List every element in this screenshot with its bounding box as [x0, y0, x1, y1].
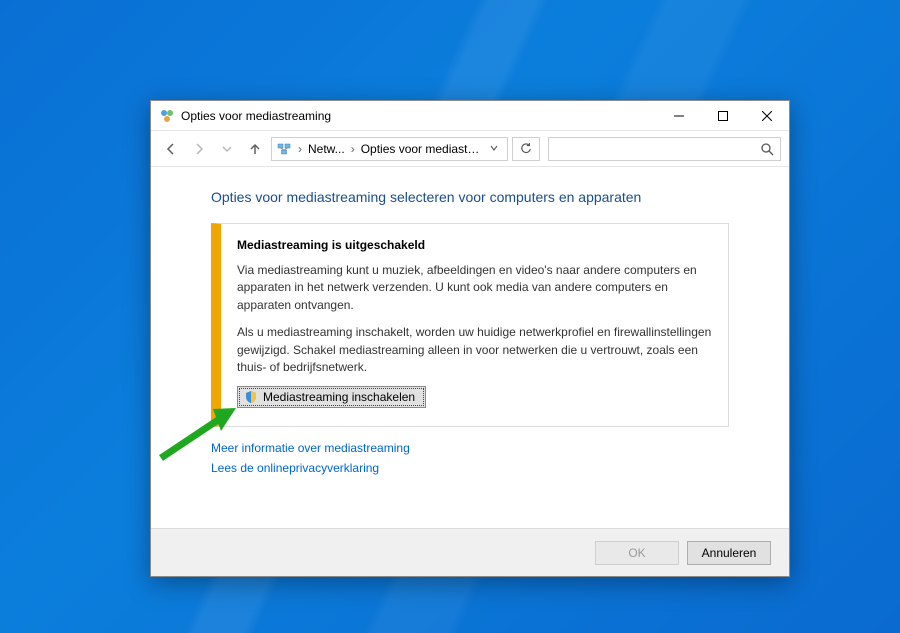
content-area: Opties voor mediastreaming selecteren vo… [151, 167, 789, 528]
dialog-button-bar: OK Annuleren [151, 528, 789, 576]
shield-icon [244, 390, 258, 404]
search-icon [760, 142, 774, 156]
breadcrumb-item[interactable]: Opties voor mediastre... [361, 142, 481, 156]
maximize-button[interactable] [701, 101, 745, 131]
chevron-down-icon[interactable] [485, 142, 503, 156]
media-streaming-options-window: Opties voor mediastreaming [150, 100, 790, 577]
breadcrumb-separator: › [349, 142, 357, 156]
privacy-link[interactable]: Lees de onlineprivacyverklaring [211, 459, 729, 478]
cancel-button[interactable]: Annuleren [687, 541, 771, 565]
breadcrumb-item[interactable]: Netw... [308, 142, 345, 156]
panel-title: Mediastreaming is uitgeschakeld [237, 238, 712, 252]
network-icon [276, 141, 292, 157]
close-button[interactable] [745, 101, 789, 131]
page-heading: Opties voor mediastreaming selecteren vo… [211, 189, 729, 205]
minimize-button[interactable] [657, 101, 701, 131]
media-streaming-panel: Mediastreaming is uitgeschakeld Via medi… [211, 223, 729, 427]
window-title: Opties voor mediastreaming [181, 109, 331, 123]
up-button[interactable] [243, 137, 267, 161]
links-section: Meer informatie over mediastreaming Lees… [211, 439, 729, 477]
ok-button[interactable]: OK [595, 541, 679, 565]
enable-button-label: Mediastreaming inschakelen [263, 390, 415, 404]
refresh-button[interactable] [512, 137, 540, 161]
enable-media-streaming-button[interactable]: Mediastreaming inschakelen [237, 386, 426, 408]
back-button[interactable] [159, 137, 183, 161]
breadcrumb-separator: › [296, 142, 304, 156]
titlebar: Opties voor mediastreaming [151, 101, 789, 131]
forward-button[interactable] [187, 137, 211, 161]
navigation-bar: › Netw... › Opties voor mediastre... [151, 131, 789, 167]
panel-description-1: Via mediastreaming kunt u muziek, afbeel… [237, 262, 712, 314]
panel-description-2: Als u mediastreaming inschakelt, worden … [237, 324, 712, 376]
search-input[interactable] [548, 137, 781, 161]
app-icon [159, 108, 175, 124]
address-bar[interactable]: › Netw... › Opties voor mediastre... [271, 137, 508, 161]
recent-locations-button[interactable] [215, 137, 239, 161]
more-info-link[interactable]: Meer informatie over mediastreaming [211, 439, 729, 458]
